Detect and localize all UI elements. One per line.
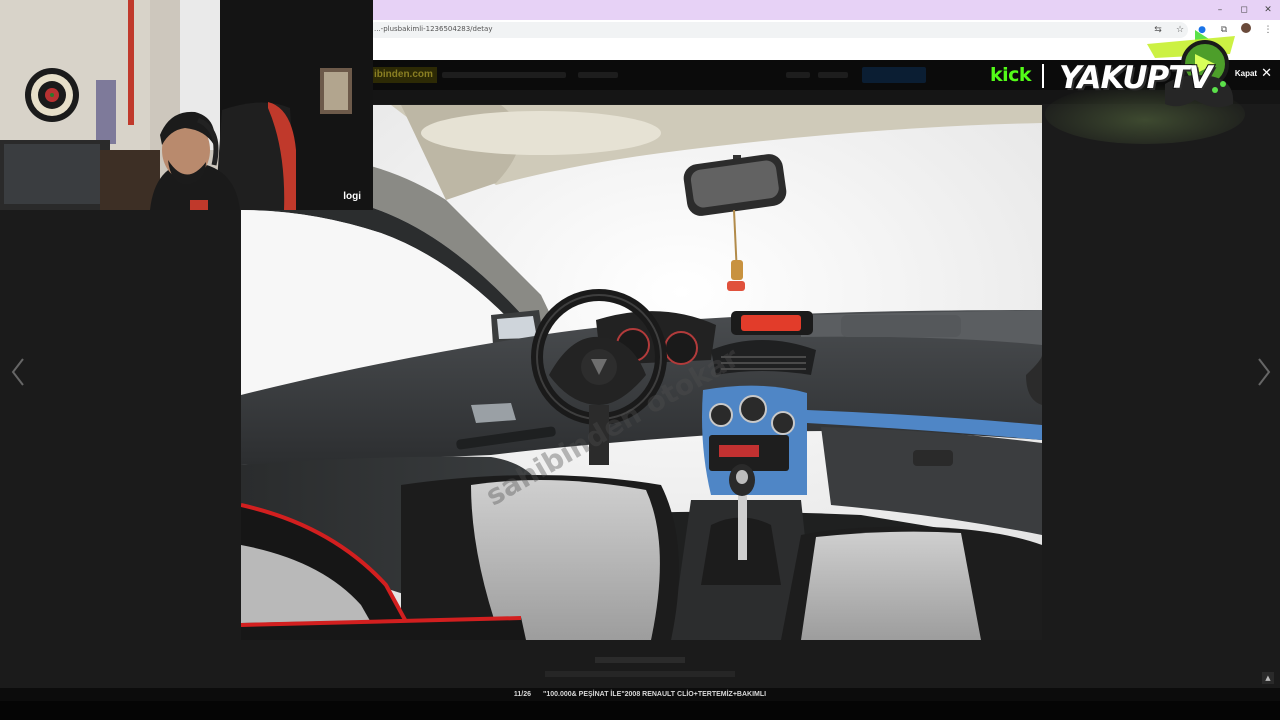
minimize-button[interactable]: – xyxy=(1208,0,1232,20)
url-text: ...-plusbakimli-1236504283/detay xyxy=(374,25,493,33)
gallery-caption-bar: 11/26 "100.000& PEŞİNAT İLE"2008 RENAULT… xyxy=(0,688,1280,701)
detailed-search-link[interactable] xyxy=(578,72,618,78)
register-link[interactable] xyxy=(818,72,848,78)
chevron-left-icon xyxy=(11,358,24,386)
chevron-right-icon xyxy=(1258,358,1271,386)
bottom-strip xyxy=(0,701,1280,720)
login-link[interactable] xyxy=(786,72,810,78)
window-controls: – ◻ ✕ xyxy=(1208,0,1280,20)
channel-logo: YAKUPTV xyxy=(1045,24,1245,144)
close-window-button[interactable]: ✕ xyxy=(1256,0,1280,20)
channel-name: YAKUPTV xyxy=(1058,59,1213,97)
listing-text-dim xyxy=(0,670,1280,679)
photo-counter: 11/26 xyxy=(513,691,532,698)
next-photo-button[interactable] xyxy=(1254,355,1274,389)
restore-button[interactable]: ◻ xyxy=(1232,0,1256,20)
scroll-to-top-button[interactable]: ▲ xyxy=(1262,672,1274,684)
brand-divider xyxy=(1042,64,1044,88)
previous-photo-button[interactable] xyxy=(8,355,28,389)
webcam-overlay: logi xyxy=(0,0,373,210)
post-ad-button[interactable] xyxy=(862,67,926,83)
site-logo[interactable]: ibinden.com xyxy=(370,67,437,83)
listing-title: "100.000& PEŞİNAT İLE"2008 RENAULT CLİO+… xyxy=(543,691,767,698)
webcam-brand-logo: logi xyxy=(343,191,361,202)
kick-logo: kick xyxy=(990,64,1032,86)
search-bar[interactable] xyxy=(442,72,566,78)
menu-icon[interactable]: ⋮ xyxy=(1262,25,1274,35)
close-icon: ✕ xyxy=(1261,66,1272,81)
listing-text-dim xyxy=(0,656,1280,665)
